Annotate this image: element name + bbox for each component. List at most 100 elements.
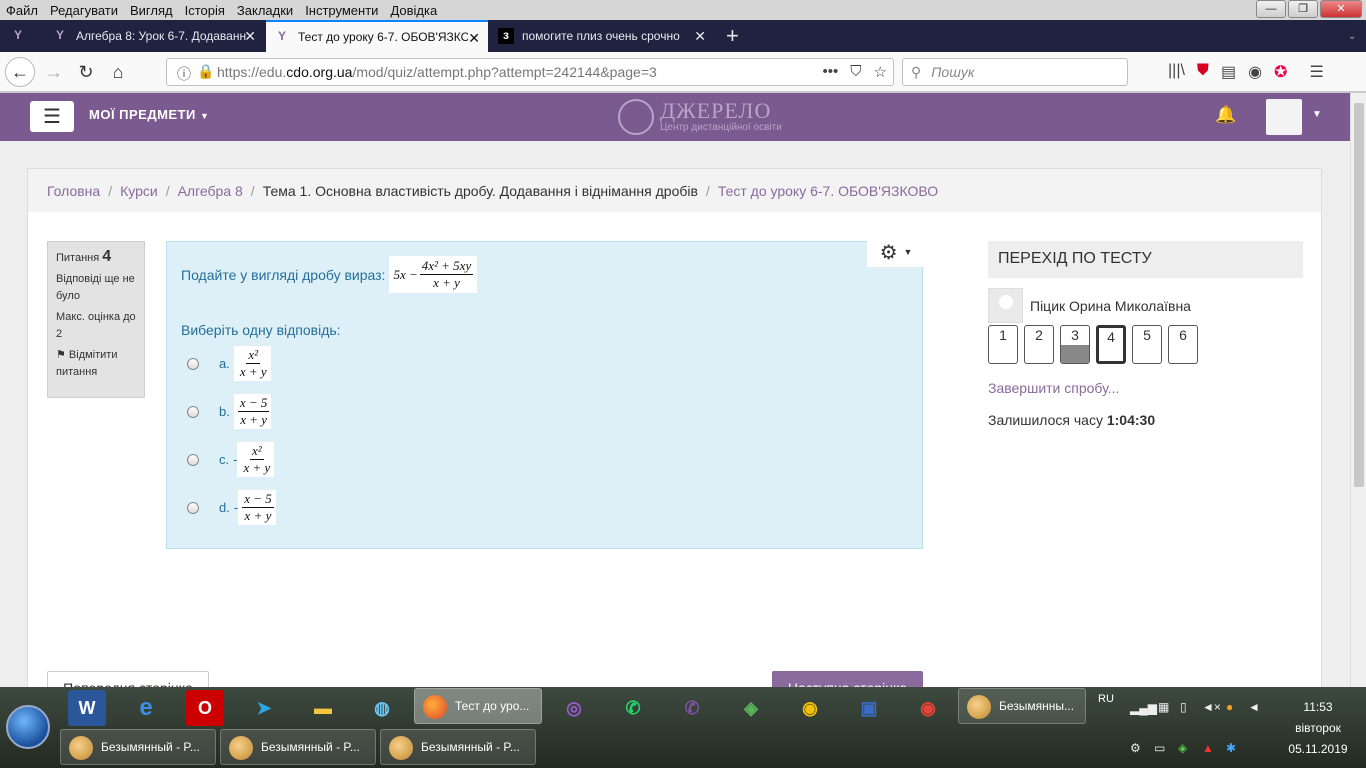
close-window-button[interactable]: ✕ <box>1320 0 1362 18</box>
update-icon[interactable]: ● <box>1226 700 1233 714</box>
app-cube-icon[interactable]: ◈ <box>732 690 770 726</box>
display-icon[interactable]: ▭ <box>1154 741 1165 755</box>
taskbar-window-paint[interactable]: Безымянны... <box>958 688 1086 724</box>
back-arrow-icon[interactable]: ← <box>5 57 35 87</box>
maximize-button[interactable]: ❐ <box>1288 0 1318 18</box>
next-page-button[interactable]: Наступна сторінка <box>772 671 923 687</box>
answer-radio[interactable] <box>187 405 199 418</box>
breadcrumb-algebra[interactable]: Алгебра 8 <box>178 183 243 199</box>
breadcrumb-quiz[interactable]: Тест до уроку 6-7. ОБОВ'ЯЗКОВО <box>718 183 938 199</box>
menu-tools[interactable]: Інструменти <box>299 3 384 18</box>
menu-view[interactable]: Вигляд <box>124 3 179 18</box>
network-icon[interactable]: ▦ <box>1158 700 1169 714</box>
close-tab-icon[interactable]: ✕ <box>244 28 256 45</box>
menu-history[interactable]: Історія <box>179 3 231 18</box>
tab-algebra-lesson[interactable]: Y Алгебра 8: Урок 6-7. Додавання ✕ <box>44 20 264 52</box>
user-name[interactable]: Піцик Орина Миколаївна <box>1030 298 1191 314</box>
tab-znanija[interactable]: з помогите плиз очень срочно ✕ <box>490 20 714 52</box>
whatsapp-icon[interactable]: ✆ <box>614 690 652 726</box>
answer-option-c[interactable]: c. - x² x + y <box>187 442 275 477</box>
question-nav-button-6[interactable]: 6 <box>1168 325 1198 364</box>
network-globe-icon[interactable]: ◍ <box>363 690 401 726</box>
question-nav-button-3[interactable]: 3 <box>1060 325 1090 364</box>
telegram-icon[interactable]: ➤ <box>245 690 283 726</box>
breadcrumb-home[interactable]: Головна <box>47 183 100 199</box>
taskbar-window-paint[interactable]: Безымянный - P... <box>220 729 376 765</box>
breadcrumb-courses[interactable]: Курси <box>120 183 158 199</box>
question-nav-button-5[interactable]: 5 <box>1132 325 1162 364</box>
menu-bookmarks[interactable]: Закладки <box>231 3 299 18</box>
language-indicator[interactable]: RU <box>1098 693 1114 705</box>
answer-option-b[interactable]: b. x − 5x + y <box>187 394 272 429</box>
answer-radio[interactable] <box>187 453 199 466</box>
internet-explorer-icon[interactable]: e <box>127 690 165 726</box>
new-tab-button[interactable]: + <box>718 20 748 52</box>
mute-icon[interactable]: ◄× <box>1202 700 1221 714</box>
my-courses-dropdown[interactable]: МОЇ ПРЕДМЕТИ ▼ <box>89 107 209 122</box>
app-cube-icon[interactable]: ◈ <box>1178 741 1187 755</box>
shield-icon[interactable]: ⛊ <box>1197 62 1209 82</box>
answer-option-a[interactable]: a. x² x + y <box>187 346 271 381</box>
info-icon[interactable]: ⓘ <box>177 64 191 84</box>
word-icon[interactable]: W <box>68 690 106 726</box>
hamburger-menu-icon[interactable]: ☰ <box>30 101 74 132</box>
tab-title: помогите плиз очень срочно <box>522 29 680 43</box>
library-icon[interactable]: |||\ <box>1168 62 1185 82</box>
user-avatar[interactable] <box>1266 99 1302 135</box>
addon-icon[interactable]: ✪ <box>1274 62 1287 82</box>
tab-list-icon[interactable]: ⌄ <box>1340 20 1364 52</box>
answer-radio[interactable] <box>187 501 199 514</box>
scrollbar-thumb[interactable] <box>1354 103 1364 487</box>
forward-arrow-icon[interactable]: → <box>40 58 68 86</box>
taskbar-window-paint[interactable]: Безымянный - P... <box>60 729 216 765</box>
taskbar-window-firefox[interactable]: Тест до уро... <box>414 688 542 724</box>
url-bar[interactable]: ⓘ 🔒 https://edu.cdo.org.ua/mod/quiz/atte… <box>166 58 894 86</box>
pocket-icon[interactable]: ⛉ <box>850 63 861 81</box>
caret-down-icon[interactable]: ▼ <box>1312 109 1322 120</box>
taskbar-window-paint[interactable]: Безымянный - P... <box>380 729 536 765</box>
clock[interactable]: 11:53 вівторок 05.11.2019 <box>1270 697 1366 760</box>
reload-icon[interactable]: ↻ <box>72 58 100 86</box>
previous-page-button[interactable]: Попередня сторінка <box>47 671 209 687</box>
question-nav-button-2[interactable]: 2 <box>1024 325 1054 364</box>
page-actions-icon[interactable]: ••• <box>823 63 839 81</box>
bookmark-star-icon[interactable]: ☆ <box>874 63 887 81</box>
question-nav-button-4[interactable]: 4 <box>1096 325 1126 364</box>
answer-radio[interactable] <box>187 357 199 370</box>
close-tab-icon[interactable]: ✕ <box>694 28 706 45</box>
search-bar[interactable]: ⚲ Пошук <box>902 58 1128 86</box>
menu-file[interactable]: Файл <box>0 3 44 18</box>
home-icon[interactable]: ⌂ <box>104 58 132 86</box>
settings-gear-icon[interactable]: ⚙ ▼ <box>867 237 925 267</box>
close-tab-icon[interactable]: ✕ <box>468 30 480 47</box>
file-explorer-icon[interactable]: ▬ <box>304 690 342 726</box>
finish-attempt-link[interactable]: Завершити спробу... <box>988 380 1304 396</box>
tor-browser-icon[interactable]: ◎ <box>555 690 593 726</box>
flag-question-link[interactable]: ⚑ Відмітити питання <box>56 347 136 381</box>
start-button[interactable] <box>6 705 50 749</box>
tray-app-icon[interactable]: ⚙ <box>1130 741 1141 755</box>
chrome-profile-icon[interactable]: ◉ <box>909 690 947 726</box>
tab-overflow[interactable]: Y <box>4 20 40 52</box>
site-logo[interactable]: ДЖЕРЕЛО Центр дистанційної освіти <box>618 99 782 135</box>
save-disk-icon[interactable]: ▣ <box>850 690 888 726</box>
account-icon[interactable]: ◉ <box>1248 62 1262 82</box>
menu-help[interactable]: Довідка <box>384 3 443 18</box>
answer-option-d[interactable]: d. - x − 5x + y <box>187 490 276 525</box>
volume-icon[interactable]: ◄ <box>1248 700 1260 714</box>
device-icon[interactable]: ▯ <box>1180 700 1187 714</box>
notification-bell-icon[interactable]: 🔔 <box>1215 105 1236 125</box>
tab-quiz[interactable]: Y Тест до уроку 6-7. ОБОВ'ЯЗКОВО ✕ <box>266 20 488 52</box>
question-nav-button-1[interactable]: 1 <box>988 325 1018 364</box>
sidebar-icon[interactable]: ▤ <box>1221 62 1236 82</box>
minimize-button[interactable]: — <box>1256 0 1286 18</box>
opera-icon[interactable]: O <box>186 690 224 726</box>
bluetooth-icon[interactable]: ✱ <box>1226 741 1236 755</box>
viber-icon[interactable]: ✆ <box>673 690 711 726</box>
antivirus-icon[interactable]: ▲ <box>1202 741 1214 755</box>
menu-edit[interactable]: Редагувати <box>44 3 124 18</box>
page-scrollbar[interactable] <box>1350 93 1366 687</box>
chrome-icon[interactable]: ◉ <box>791 690 829 726</box>
signal-icon[interactable]: ▂▄▆ <box>1130 701 1157 715</box>
menu-icon[interactable]: ☰ <box>1309 62 1323 82</box>
